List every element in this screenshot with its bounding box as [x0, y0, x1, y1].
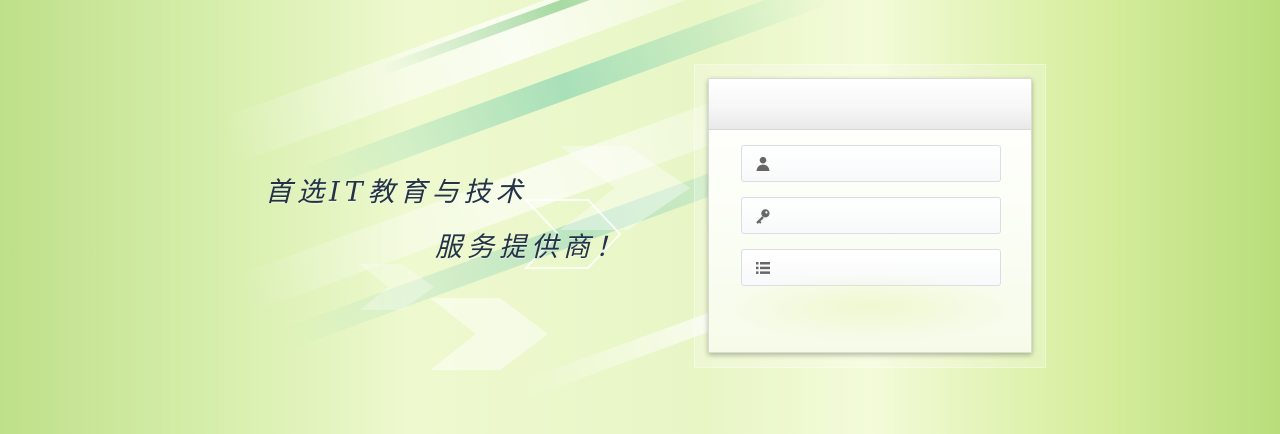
- slogan-line-2: 服务提供商！: [435, 232, 627, 263]
- username-field[interactable]: [741, 145, 1001, 182]
- user-icon: [754, 155, 772, 173]
- password-input[interactable]: [778, 198, 992, 233]
- background-art: [0, 0, 1280, 434]
- panel-glow: [721, 272, 1019, 342]
- username-input[interactable]: [778, 146, 992, 181]
- password-field[interactable]: [741, 197, 1001, 234]
- login-panel-header: [709, 79, 1031, 130]
- decorative-arrow-icon: [430, 288, 570, 380]
- decorative-arrow-icon: [360, 258, 448, 316]
- key-icon: [754, 207, 772, 225]
- slogan-line-1: 首选IT教育与技术: [265, 177, 528, 208]
- login-panel: [708, 78, 1032, 353]
